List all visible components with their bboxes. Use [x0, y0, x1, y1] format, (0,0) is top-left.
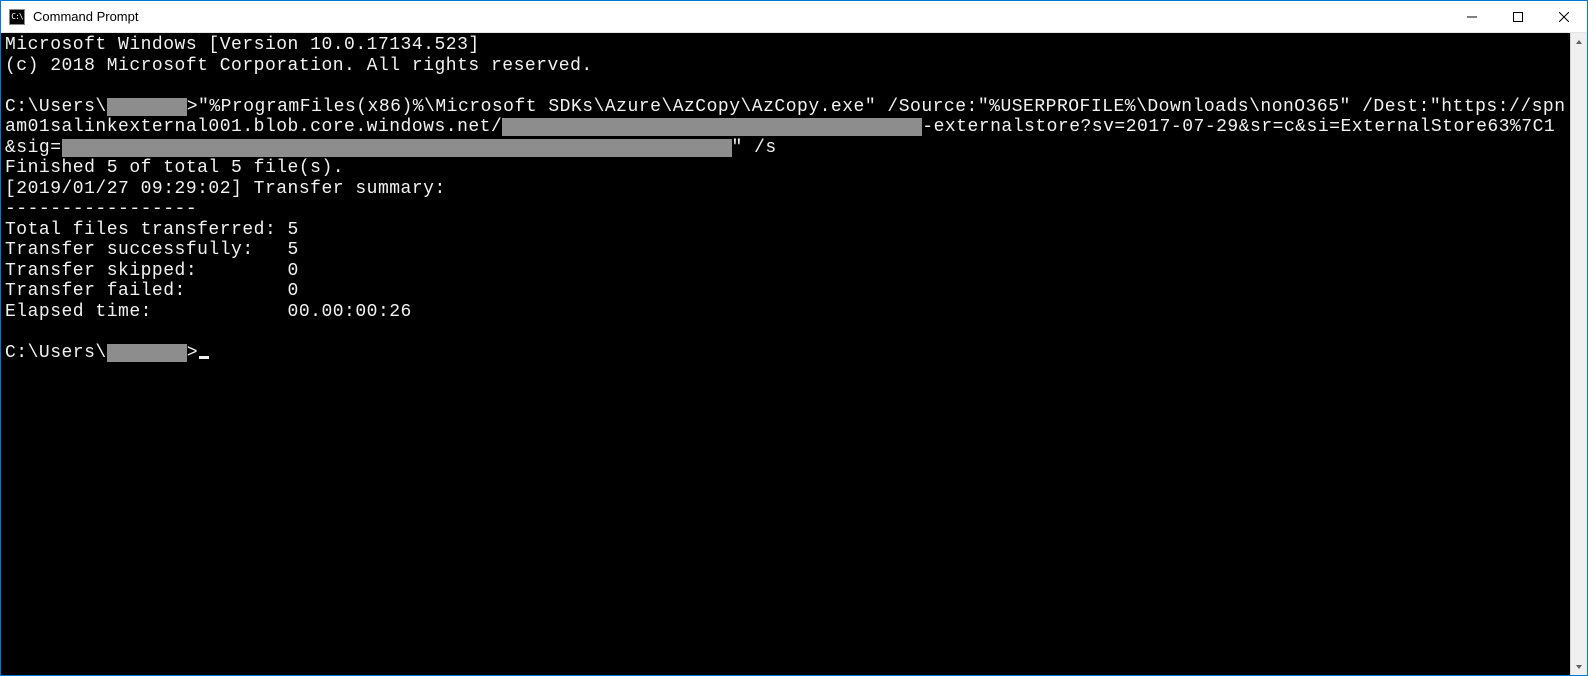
transfer-failed: Transfer failed: 0	[5, 281, 299, 301]
elapsed-time: Elapsed time: 00.00:00:26	[5, 302, 412, 322]
cmd-icon: C:\	[9, 9, 25, 25]
maximize-button[interactable]	[1495, 1, 1541, 32]
window-title: Command Prompt	[33, 9, 1449, 24]
os-version-line: Microsoft Windows [Version 10.0.17134.52…	[5, 35, 480, 55]
close-button[interactable]	[1541, 1, 1587, 32]
finished-line: Finished 5 of total 5 file(s).	[5, 158, 344, 178]
prompt-path: C:\Users\	[5, 97, 107, 117]
command-part-3: " /s	[732, 138, 777, 158]
cursor	[199, 356, 209, 359]
divider-line: -----------------	[5, 199, 197, 219]
summary-header: [2019/01/27 09:29:02] Transfer summary:	[5, 179, 446, 199]
total-files-transferred: Total files transferred: 5	[5, 220, 299, 240]
redacted-container	[502, 118, 922, 136]
redacted-sig	[62, 139, 732, 157]
vertical-scrollbar[interactable]	[1570, 33, 1587, 675]
window-controls	[1449, 1, 1587, 32]
transfer-successfully: Transfer successfully: 5	[5, 240, 299, 260]
command-prompt-window: C:\ Command Prompt Microsoft Windows [Ve…	[0, 0, 1588, 676]
redacted-username	[107, 98, 187, 116]
minimize-button[interactable]	[1449, 1, 1495, 32]
redacted-username-2	[107, 344, 187, 362]
client-area: Microsoft Windows [Version 10.0.17134.52…	[1, 33, 1587, 675]
scroll-up-button[interactable]	[1571, 33, 1587, 50]
prompt-path-2: C:\Users\	[5, 343, 107, 363]
terminal-output[interactable]: Microsoft Windows [Version 10.0.17134.52…	[1, 33, 1570, 675]
prompt-suffix: >	[187, 343, 198, 363]
copyright-line: (c) 2018 Microsoft Corporation. All righ…	[5, 56, 593, 76]
scrollbar-track[interactable]	[1571, 50, 1587, 658]
scroll-down-button[interactable]	[1571, 658, 1587, 675]
transfer-skipped: Transfer skipped: 0	[5, 261, 299, 281]
titlebar[interactable]: C:\ Command Prompt	[1, 1, 1587, 33]
